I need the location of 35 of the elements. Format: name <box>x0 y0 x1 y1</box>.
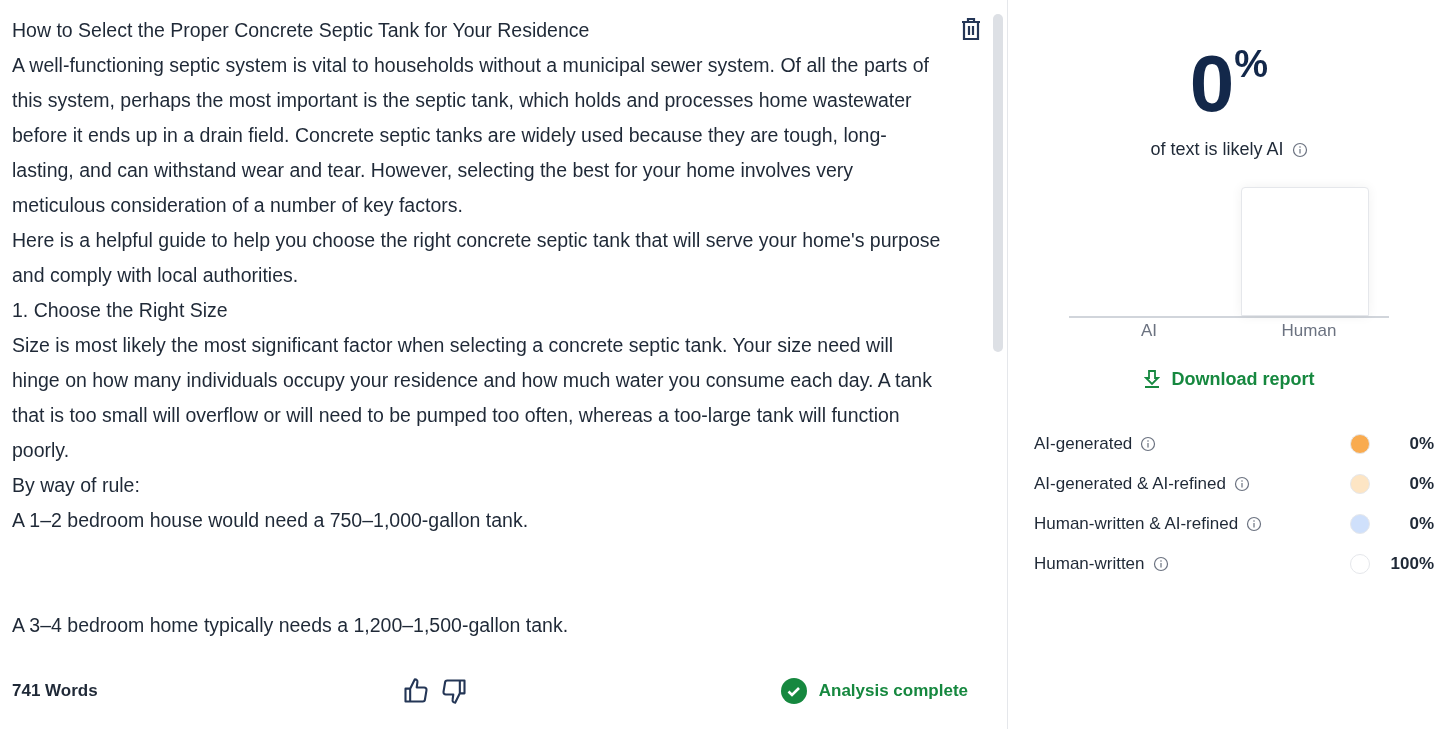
score-caption: of text is likely AI <box>1150 138 1284 161</box>
score-unit: % <box>1234 44 1269 84</box>
analysis-status: Analysis complete <box>818 679 968 702</box>
legend-value: 0% <box>1408 472 1434 495</box>
scrollbar[interactable] <box>993 14 1003 352</box>
info-icon[interactable] <box>1246 515 1263 532</box>
word-count: 741 Words <box>12 679 99 702</box>
thumbs-down-icon[interactable] <box>440 676 468 705</box>
legend-label: Human-written & AI-refined <box>1034 512 1239 535</box>
download-icon <box>1143 370 1160 388</box>
legend-value: 0% <box>1408 512 1434 535</box>
legend-label: Human-written <box>1034 552 1145 575</box>
ai-score: 0 <box>1189 44 1235 124</box>
document-text: A 1–2 bedroom house would need a 750–1,000-gallon tank. <box>12 508 530 533</box>
info-icon[interactable] <box>1152 555 1169 572</box>
info-icon[interactable] <box>1291 141 1308 158</box>
document-text: A well-functioning septic system is vital to households without a municipal sewer system. Of all the parts of this system, perhaps the most important is the septic tank, which holds and processes home wastewater before it ends up in a drain field. Concrete septic tanks are widely used because they are tough, long-lasting, and can withstand wear and tear. However, selecting the best for your home involves very meticulous consideration of a number of key factors. <box>12 53 930 218</box>
download-report-link[interactable]: Download report <box>1143 365 1315 393</box>
document-text: Size is most likely the most significant factor when selecting a concrete septic tank. Your size need will hinge on how many individuals occupy your residence and how much water you consume each day. A tank that is too small will overflow or will need to be pumped too often, whereas a too-large tank will function poorly. <box>12 333 933 463</box>
legend-label: AI-generated <box>1034 432 1133 455</box>
info-icon[interactable] <box>1140 435 1157 452</box>
delete-icon[interactable] <box>960 17 983 41</box>
check-circle-icon <box>780 677 807 704</box>
document-text: How to Select the Proper Concrete Septic Tank for Your Residence <box>12 18 591 43</box>
legend-value: 0% <box>1408 432 1434 455</box>
chart-label: AI <box>1140 320 1158 342</box>
chart-label: Human <box>1281 320 1337 342</box>
legend-label: AI-generated & AI-refined <box>1034 472 1226 495</box>
document-text: Here is a helpful guide to help you choose the right concrete septic tank that will serve your home's purpose and comply with local authorities. <box>12 228 942 288</box>
document-text: 1. Choose the Right Size <box>12 298 229 323</box>
thumbs-up-icon[interactable] <box>402 676 430 705</box>
info-icon[interactable] <box>1233 475 1250 492</box>
legend-value: 100% <box>1389 552 1434 575</box>
document-text: By way of rule: <box>12 473 141 498</box>
document-text: A 3–4 bedroom home typically needs a 1,200–1,500-gallon tank. <box>12 613 570 638</box>
